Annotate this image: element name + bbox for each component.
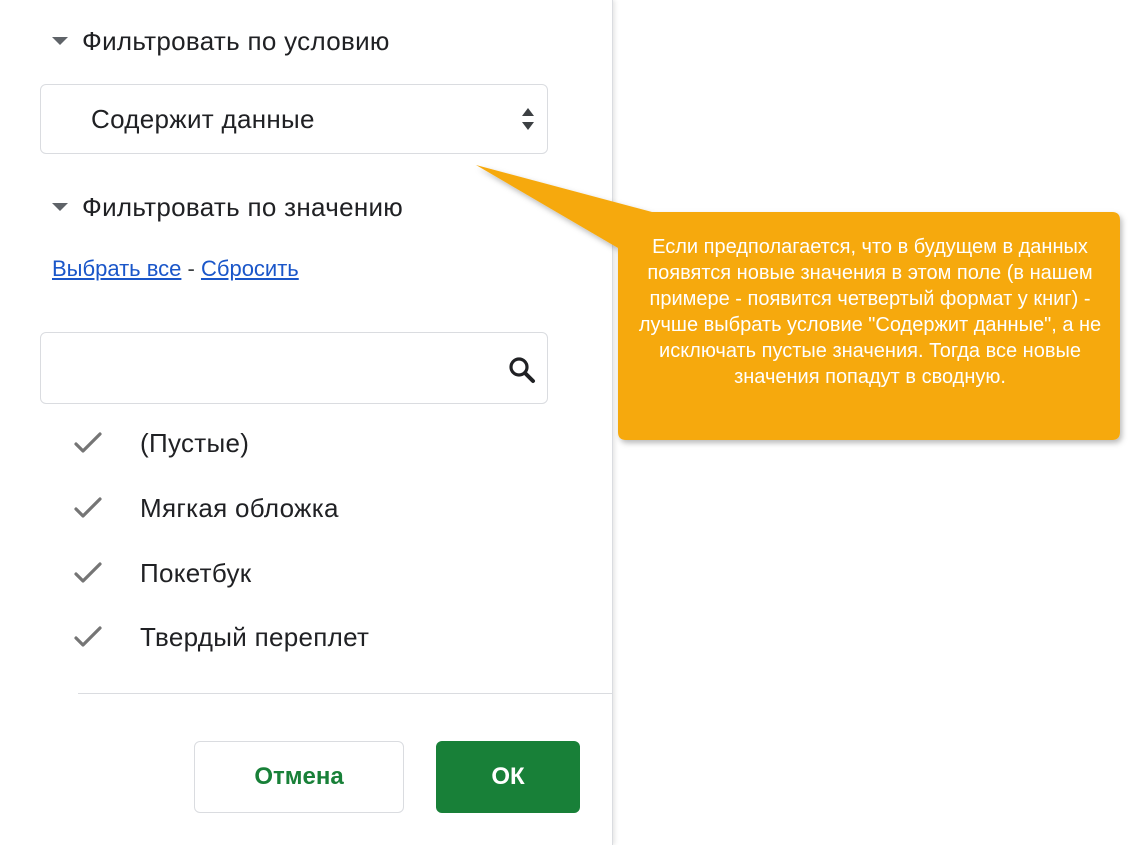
value-section-header[interactable]: Фильтровать по значению — [52, 190, 403, 224]
value-item-label: Твердый переплет — [140, 621, 370, 652]
checkmark-icon — [74, 497, 102, 518]
search-icon[interactable] — [507, 355, 537, 385]
caret-down-icon — [52, 203, 68, 211]
value-search-box — [40, 332, 548, 404]
checkmark-icon — [74, 626, 102, 647]
caret-down-icon — [52, 37, 68, 45]
condition-section-title: Фильтровать по условию — [82, 25, 390, 56]
value-item-hardcover[interactable]: Твердый переплет — [72, 619, 369, 655]
select-links: Выбрать все - Сбросить — [52, 256, 299, 282]
links-separator: - — [181, 256, 201, 281]
filter-panel: Фильтровать по условию Содержит данные Ф… — [0, 0, 613, 845]
condition-select[interactable]: Содержит данные — [40, 84, 548, 154]
value-item-label: Мягкая обложка — [140, 492, 339, 523]
footer-divider — [78, 693, 612, 694]
ok-button[interactable]: ОК — [436, 741, 580, 813]
value-item-pocketbook[interactable]: Покетбук — [72, 555, 251, 591]
condition-section-header[interactable]: Фильтровать по условию — [52, 24, 390, 58]
value-item-empty[interactable]: (Пустые) — [72, 425, 249, 461]
value-item-paperback[interactable]: Мягкая обложка — [72, 490, 339, 526]
select-all-link[interactable]: Выбрать все — [52, 256, 181, 281]
value-item-label: (Пустые) — [140, 427, 250, 458]
updown-arrows-icon — [522, 108, 534, 130]
cancel-button[interactable]: Отмена — [194, 741, 404, 813]
value-section-title: Фильтровать по значению — [82, 191, 404, 222]
condition-selected-value: Содержит данные — [91, 103, 315, 134]
screen: Фильтровать по условию Содержит данные Ф… — [0, 0, 1128, 845]
checkmark-icon — [74, 562, 102, 583]
checkmark-icon — [74, 432, 102, 453]
value-item-label: Покетбук — [140, 557, 252, 588]
reset-link[interactable]: Сбросить — [201, 256, 299, 281]
value-search-input[interactable] — [55, 343, 499, 395]
callout-text: Если предполагается, что в будущем в дан… — [638, 236, 1102, 388]
